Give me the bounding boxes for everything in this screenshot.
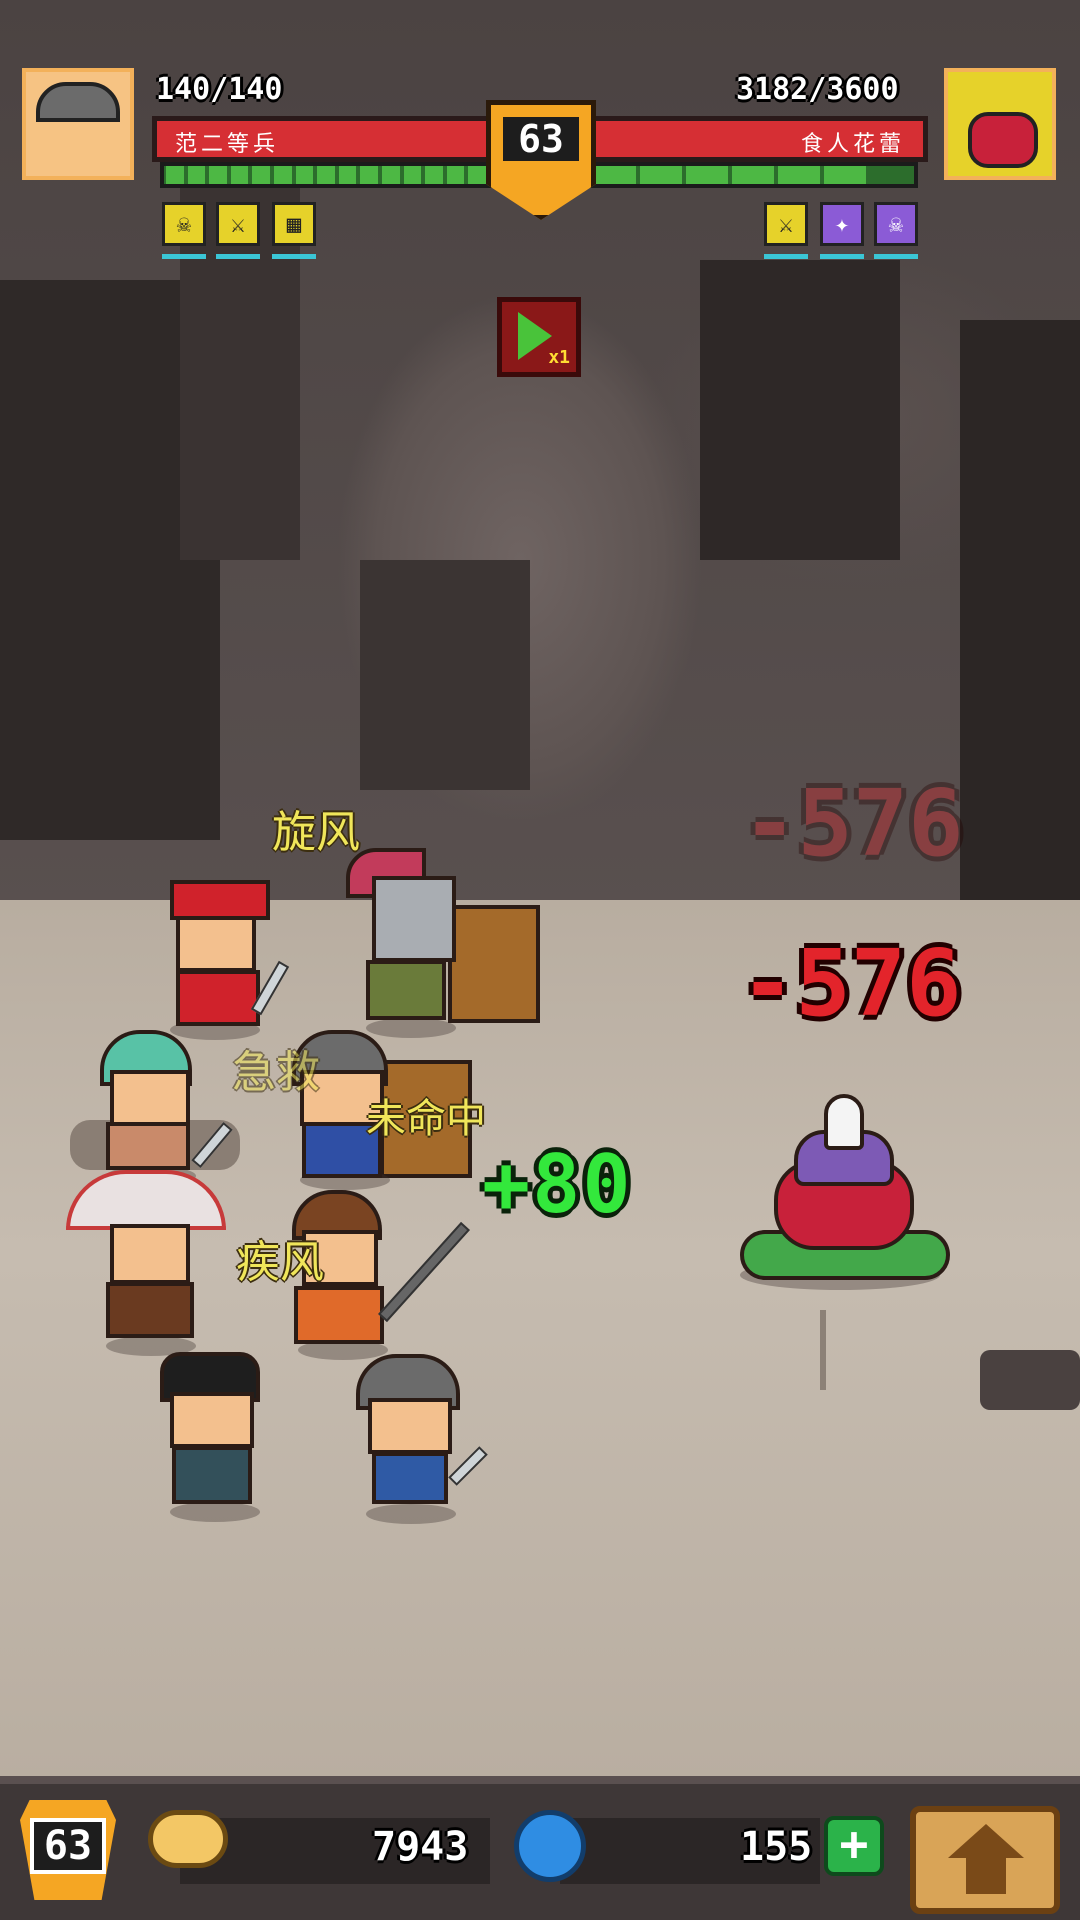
player-name: 范二等兵 xyxy=(175,132,280,157)
buff-timer xyxy=(820,254,864,259)
enemy-name: 食人花蕾 xyxy=(800,132,905,157)
gem-icon xyxy=(514,1810,586,1882)
magic-icon: ✦ xyxy=(820,202,864,246)
portrait-hair xyxy=(36,82,120,122)
home-button[interactable] xyxy=(910,1806,1060,1914)
enemy-hp-bar: 食人花蕾 xyxy=(588,116,928,162)
shield-icon: ▦ xyxy=(272,202,316,246)
heal-number: +80 xyxy=(482,1138,633,1231)
sword-icon: ⚔ xyxy=(764,202,808,246)
skull-icon: ☠ xyxy=(162,202,206,246)
buff-timer xyxy=(162,254,206,259)
tree-trunk-right xyxy=(960,320,1080,940)
skill-text-first-aid: 急救 xyxy=(232,1047,320,1098)
floor-pit xyxy=(980,1350,1080,1410)
portrait-flower xyxy=(968,112,1038,168)
buff-timer xyxy=(764,254,808,259)
home-icon-door xyxy=(966,1858,1006,1894)
wooden-crate xyxy=(448,905,540,1023)
gold-coin-icon xyxy=(148,1810,228,1868)
player-portrait[interactable] xyxy=(22,68,134,180)
tree-root xyxy=(700,260,900,560)
enemy-hp-text: 3182/3600 xyxy=(736,72,899,107)
sword-icon: ⚔ xyxy=(216,202,260,246)
gold-amount: 7943 xyxy=(372,1824,469,1870)
tree-root xyxy=(360,560,530,790)
play-icon xyxy=(518,312,552,360)
damage-number: -576 xyxy=(740,930,962,1037)
speed-label: x1 xyxy=(548,347,570,368)
player-energy-bar xyxy=(160,162,492,188)
stage-level: 63 xyxy=(503,117,579,161)
skull-icon: ☠ xyxy=(874,202,918,246)
skill-text-whirlwind: 旋风 xyxy=(272,807,360,858)
player-hp-text: 140/140 xyxy=(156,72,283,107)
buff-timer xyxy=(272,254,316,259)
buff-timer xyxy=(216,254,260,259)
player-hp-bar: 范二等兵 xyxy=(152,116,492,162)
player-level: 63 xyxy=(30,1818,106,1874)
gem-amount: 155 xyxy=(740,1824,813,1870)
enemy-portrait[interactable] xyxy=(944,68,1056,180)
skill-text-gale: 疾风 xyxy=(236,1237,324,1288)
enemy-energy-bar xyxy=(588,162,918,188)
home-icon xyxy=(948,1824,1024,1858)
battle-scene: 旋风 急救 未命中 疾风 +80 -576 -576 xyxy=(0,0,1080,1776)
bottom-bar: 63 7943 155 + xyxy=(0,1776,1080,1920)
speed-toggle-button[interactable]: x1 xyxy=(497,297,581,377)
miss-text: 未命中 xyxy=(366,1096,486,1142)
buff-timer xyxy=(874,254,918,259)
floor-crack xyxy=(820,1310,826,1390)
add-gems-button[interactable]: + xyxy=(824,1816,884,1876)
player-level-badge[interactable]: 63 xyxy=(20,1800,116,1900)
damage-number-ghost: -576 xyxy=(742,770,964,877)
